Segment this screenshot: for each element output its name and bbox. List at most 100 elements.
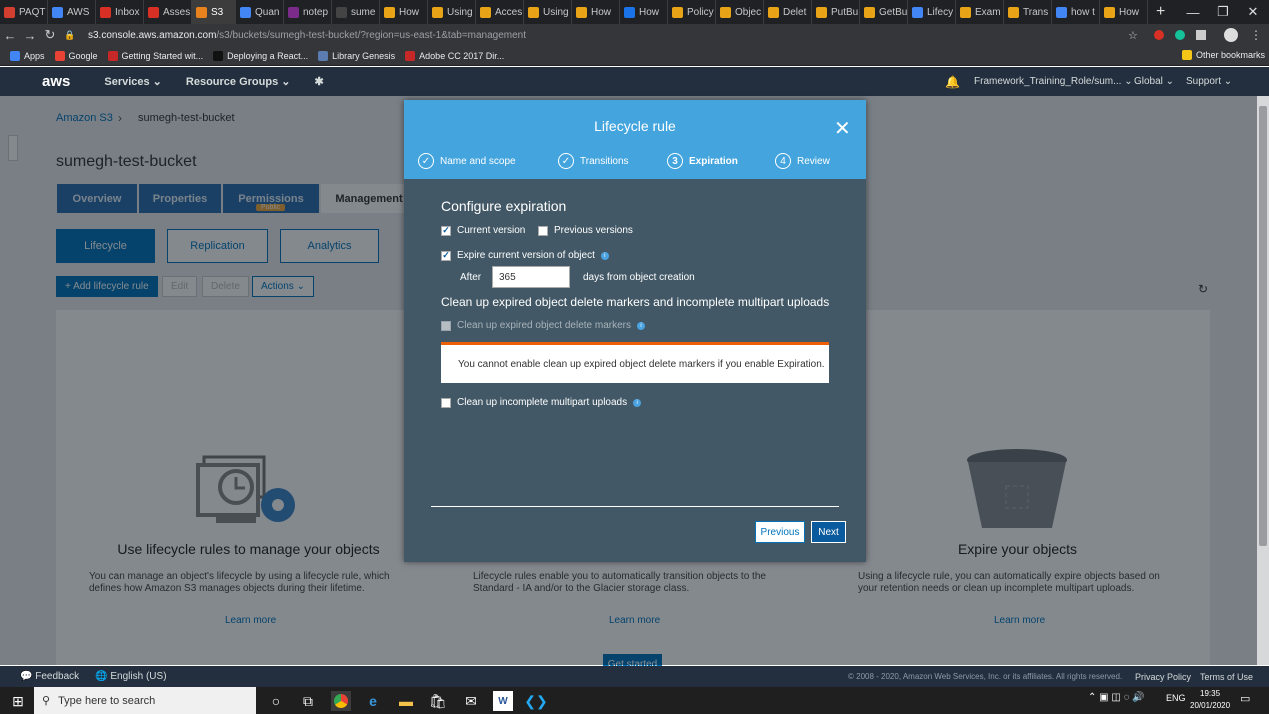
current-version-option[interactable]: ✓ Current version <box>441 225 525 236</box>
clock-date[interactable]: 20/01/2020 <box>1190 701 1230 710</box>
extension-icon[interactable] <box>1196 30 1206 40</box>
vscode-icon[interactable]: ❮❯ <box>524 691 547 711</box>
close-icon[interactable]: ✕ <box>834 116 851 141</box>
clock-time[interactable]: 19:35 <box>1200 689 1220 698</box>
grammarly-icon[interactable] <box>1175 30 1185 40</box>
star-icon[interactable]: ☆ <box>1128 29 1138 42</box>
menu-icon[interactable]: ⋮ <box>1250 28 1262 42</box>
file-explorer-icon[interactable]: ▬ <box>396 691 416 711</box>
step-transitions[interactable]: ✓ Transitions <box>558 153 629 169</box>
task-view-icon[interactable]: ⧉ <box>298 691 318 711</box>
days-input[interactable] <box>492 266 570 288</box>
terms-link[interactable]: Terms of Use <box>1200 672 1253 682</box>
check-icon: ✓ <box>418 153 434 169</box>
resource-groups-menu[interactable]: Resource Groups ⌄ <box>186 75 291 88</box>
browser-tab[interactable]: PutBu <box>812 0 860 24</box>
previous-button[interactable]: Previous <box>755 521 805 543</box>
other-bookmarks[interactable]: Other bookmarks <box>1182 50 1265 60</box>
pin-icon[interactable]: ✱ <box>315 75 324 88</box>
browser-tab[interactable]: Trans <box>1004 0 1052 24</box>
step-label: Name and scope <box>440 155 516 167</box>
browser-tab[interactable]: How <box>1100 0 1148 24</box>
browser-tab[interactable]: Exam <box>956 0 1004 24</box>
bookmark-item[interactable]: Getting Started wit... <box>107 50 203 61</box>
word-icon[interactable]: W <box>493 691 513 711</box>
browser-tab[interactable]: Objec <box>716 0 764 24</box>
support-menu[interactable]: Support ⌄ <box>1186 76 1232 87</box>
expire-current-option[interactable]: ✓ Expire current version of object i <box>441 250 609 261</box>
browser-tab[interactable]: Lifecy <box>908 0 956 24</box>
tray-icons[interactable]: ⌃ ▣ ◫ ◌ 🔊 <box>1088 692 1145 703</box>
expire-current-checkbox[interactable]: ✓ <box>441 250 451 261</box>
bookmark-item[interactable]: Google <box>54 50 98 61</box>
tab-favicon-icon <box>1008 6 1019 18</box>
browser-tab[interactable]: Using <box>524 0 572 24</box>
tab-favicon-icon <box>864 6 875 18</box>
notifications-icon[interactable]: ▭ <box>1240 692 1250 705</box>
close-window-button[interactable]: ✕ <box>1238 0 1268 24</box>
browser-tab[interactable]: Policy <box>668 0 716 24</box>
browser-tab[interactable]: how t <box>1052 0 1100 24</box>
current-version-checkbox[interactable]: ✓ <box>441 225 451 236</box>
browser-tab[interactable]: Acces <box>476 0 524 24</box>
browser-tab[interactable]: sume <box>332 0 380 24</box>
browser-tab[interactable]: GetBu <box>860 0 908 24</box>
region-menu[interactable]: Global ⌄ <box>1134 76 1174 87</box>
step-review[interactable]: 4 Review <box>775 153 830 169</box>
browser-tab[interactable]: Inbox <box>96 0 144 24</box>
info-icon[interactable]: i <box>633 398 642 407</box>
scrollbar-thumb[interactable] <box>1259 106 1267 546</box>
browser-tab[interactable]: How <box>572 0 620 24</box>
edge-icon[interactable]: e <box>363 691 383 711</box>
new-tab-button[interactable]: + <box>1156 3 1165 21</box>
minimize-button[interactable]: — <box>1178 0 1208 24</box>
cleanup-multipart-checkbox[interactable] <box>441 397 451 408</box>
feedback-link[interactable]: 💬 Feedback <box>20 671 79 682</box>
browser-tab[interactable]: Quan <box>236 0 284 24</box>
language-selector[interactable]: 🌐 English (US) <box>95 671 166 682</box>
browser-tab[interactable]: Delet <box>764 0 812 24</box>
browser-tab[interactable]: notep <box>284 0 332 24</box>
extension-icon[interactable] <box>1154 30 1164 40</box>
step-name-and-scope[interactable]: ✓ Name and scope <box>418 153 516 169</box>
bookmark-item[interactable]: Library Genesis <box>318 50 395 61</box>
taskbar-search[interactable]: ⚲ Type here to search <box>34 687 256 714</box>
role-menu[interactable]: Framework_Training_Role/sum... ⌄ <box>974 76 1133 87</box>
store-icon[interactable]: 🛍 <box>428 691 448 711</box>
chrome-icon[interactable] <box>331 691 351 711</box>
browser-tab[interactable]: AWS <box>48 0 96 24</box>
bell-icon[interactable]: 🔔 <box>945 75 960 89</box>
cortana-icon[interactable]: ○ <box>266 691 286 711</box>
bookmark-item[interactable]: Apps <box>10 50 45 61</box>
language-indicator[interactable]: ENG <box>1166 693 1186 703</box>
browser-tab[interactable]: S3 <box>192 0 236 24</box>
back-icon[interactable]: ← <box>0 28 20 43</box>
browser-tab[interactable]: How <box>380 0 428 24</box>
mail-icon[interactable]: ✉ <box>461 691 481 711</box>
browser-tab[interactable]: How <box>620 0 668 24</box>
services-label: Services <box>104 76 150 88</box>
feedback-label: Feedback <box>35 671 80 682</box>
browser-tab[interactable]: PAQT <box>0 0 48 24</box>
forward-icon[interactable]: → <box>20 28 40 43</box>
restore-button[interactable]: ❐ <box>1208 0 1238 24</box>
url-field[interactable]: s3.console.aws.amazon.com/s3/buckets/sum… <box>88 30 526 41</box>
info-icon[interactable]: i <box>600 251 609 260</box>
cleanup-multipart-option[interactable]: Clean up incomplete multipart uploads i <box>441 397 642 408</box>
bookmark-item[interactable]: Adobe CC 2017 Dir... <box>405 50 504 61</box>
next-button[interactable]: Next <box>811 521 846 543</box>
aws-logo[interactable]: aws <box>42 73 70 90</box>
avatar[interactable] <box>1224 28 1238 42</box>
browser-tab[interactable]: Using <box>428 0 476 24</box>
bookmark-item[interactable]: Deploying a React... <box>213 50 308 61</box>
windows-start-icon[interactable]: ⊞ <box>8 691 28 711</box>
step-expiration[interactable]: 3 Expiration <box>667 153 738 169</box>
browser-tab[interactable]: Asses <box>144 0 192 24</box>
previous-versions-option[interactable]: Previous versions <box>538 225 633 236</box>
tab-favicon-icon <box>576 6 587 18</box>
reload-icon[interactable]: ↻ <box>40 27 60 43</box>
privacy-link[interactable]: Privacy Policy <box>1135 672 1191 682</box>
services-menu[interactable]: Services ⌄ <box>104 75 162 88</box>
previous-versions-checkbox[interactable] <box>538 225 548 236</box>
info-icon[interactable]: i <box>636 321 645 330</box>
